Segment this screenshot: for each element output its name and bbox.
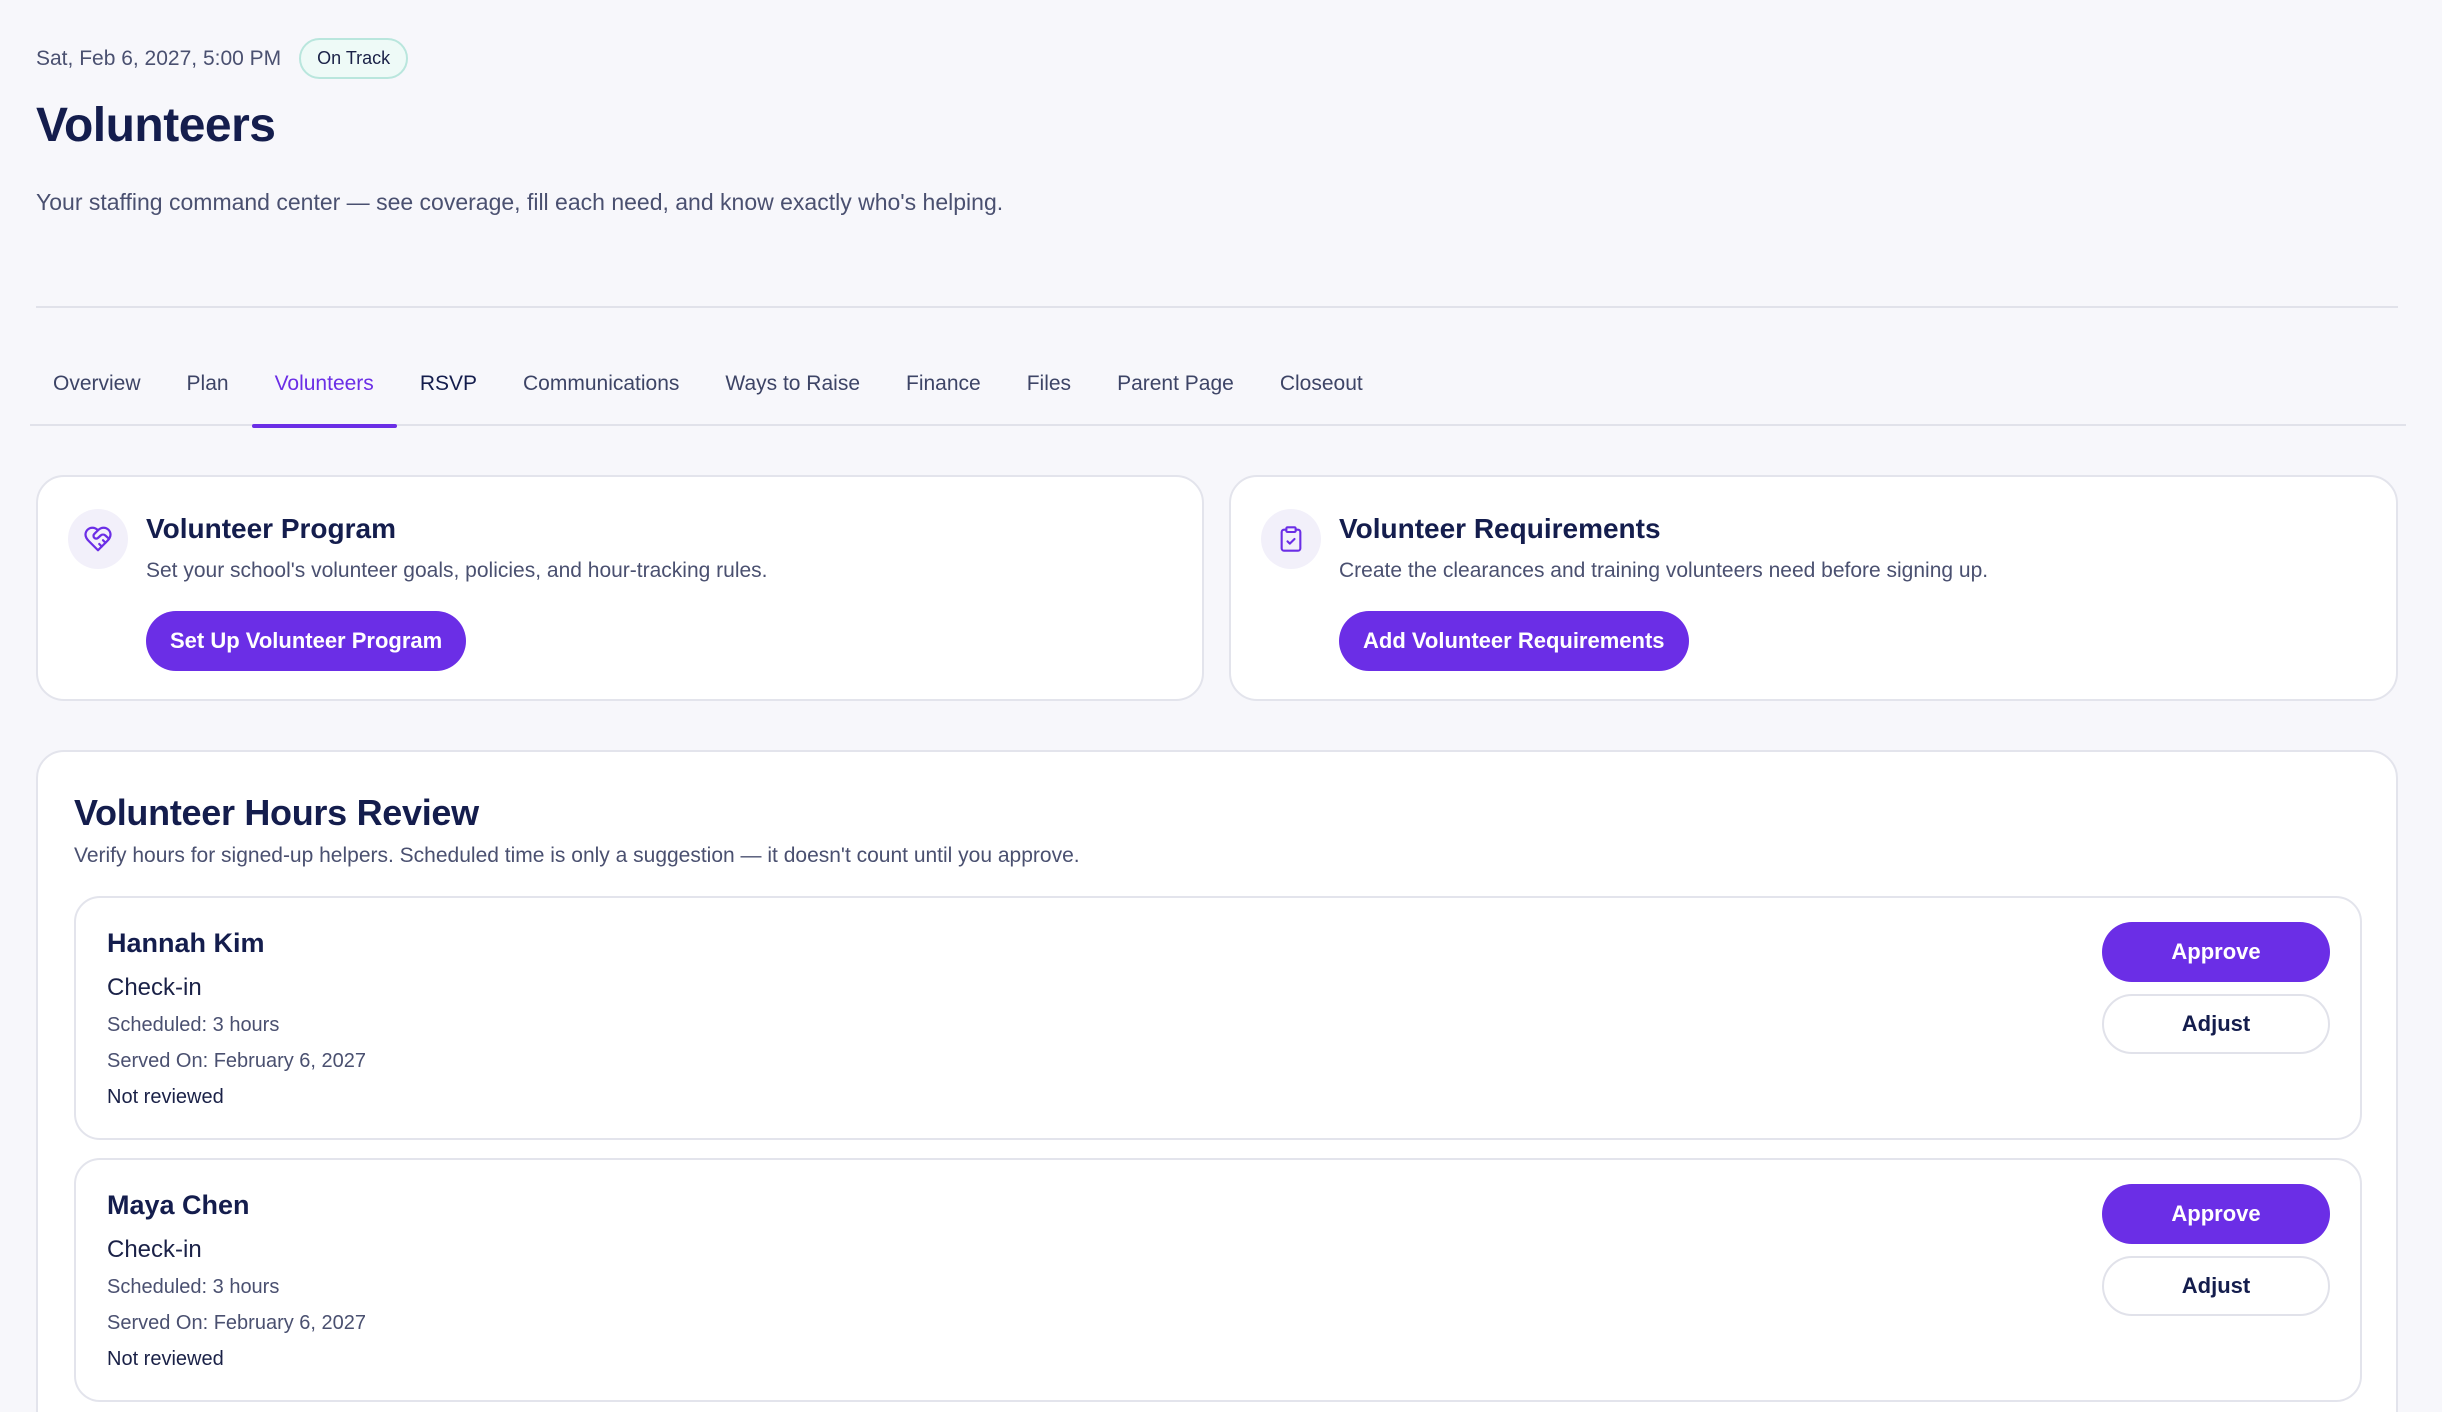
volunteer-role: Check-in bbox=[107, 974, 202, 1001]
served-date: Served On: February 6, 2027 bbox=[107, 1050, 367, 1072]
tab-overview[interactable]: Overview bbox=[30, 360, 164, 426]
heart-handshake-icon bbox=[68, 509, 128, 569]
tab-rsvp[interactable]: RSVP bbox=[397, 360, 500, 426]
review-status: Not reviewed bbox=[107, 1348, 224, 1370]
approve-button[interactable]: Approve bbox=[2102, 922, 2330, 982]
served-date: Served On: February 6, 2027 bbox=[107, 1312, 367, 1334]
scheduled-hours: Scheduled: 3 hours bbox=[107, 1276, 280, 1298]
approve-button[interactable]: Approve bbox=[2102, 1184, 2330, 1244]
tab-parent-page[interactable]: Parent Page bbox=[1094, 360, 1257, 426]
volunteer-requirements-card: Volunteer Requirements Create the cleara… bbox=[1229, 475, 2398, 701]
page: Sat, Feb 6, 2027, 5:00 PM On Track Volun… bbox=[0, 0, 2442, 1412]
volunteer-name: Hannah Kim bbox=[107, 928, 265, 958]
set-up-volunteer-program-button[interactable]: Set Up Volunteer Program bbox=[146, 611, 467, 671]
adjust-button[interactable]: Adjust bbox=[2102, 994, 2330, 1054]
volunteer-entry: Hannah Kim Check-in Scheduled: 3 hours S… bbox=[74, 896, 2362, 1140]
page-subtitle: Your staffing command center — see cover… bbox=[36, 189, 1004, 215]
event-datetime: Sat, Feb 6, 2027, 5:00 PM bbox=[36, 46, 282, 70]
volunteer-entry: Maya Chen Check-in Scheduled: 3 hours Se… bbox=[74, 1158, 2362, 1402]
hours-review-title: Volunteer Hours Review bbox=[74, 792, 479, 833]
tab-files[interactable]: Files bbox=[1004, 360, 1094, 426]
volunteer-program-title: Volunteer Program bbox=[146, 513, 396, 544]
volunteer-role: Check-in bbox=[107, 1236, 202, 1263]
tab-ways-to-raise[interactable]: Ways to Raise bbox=[702, 360, 883, 426]
tab-plan[interactable]: Plan bbox=[164, 360, 252, 426]
tab-volunteers[interactable]: Volunteers bbox=[251, 360, 398, 428]
tab-communications[interactable]: Communications bbox=[500, 360, 702, 426]
clipboard-check-icon bbox=[1261, 509, 1321, 569]
tab-finance[interactable]: Finance bbox=[883, 360, 1004, 426]
header-divider bbox=[36, 306, 2398, 308]
header-meta: Sat, Feb 6, 2027, 5:00 PM On Track bbox=[36, 38, 409, 79]
volunteer-requirements-description: Create the clearances and training volun… bbox=[1339, 559, 1989, 582]
volunteer-requirements-title: Volunteer Requirements bbox=[1339, 513, 1661, 544]
status-badge: On Track bbox=[299, 38, 409, 79]
volunteer-hours-review: Volunteer Hours Review Verify hours for … bbox=[36, 750, 2398, 1412]
tab-closeout[interactable]: Closeout bbox=[1257, 360, 1386, 426]
tab-bar: Overview Plan Volunteers RSVP Communicat… bbox=[30, 360, 2406, 428]
review-status: Not reviewed bbox=[107, 1086, 224, 1108]
page-title: Volunteers bbox=[36, 99, 276, 152]
volunteer-program-card: Volunteer Program Set your school's volu… bbox=[36, 475, 1204, 701]
volunteer-program-description: Set your school's volunteer goals, polic… bbox=[146, 559, 768, 582]
add-volunteer-requirements-button[interactable]: Add Volunteer Requirements bbox=[1339, 611, 1689, 671]
scheduled-hours: Scheduled: 3 hours bbox=[107, 1014, 280, 1036]
volunteer-name: Maya Chen bbox=[107, 1190, 250, 1220]
hours-review-description: Verify hours for signed-up helpers. Sche… bbox=[74, 844, 1080, 867]
adjust-button[interactable]: Adjust bbox=[2102, 1256, 2330, 1316]
